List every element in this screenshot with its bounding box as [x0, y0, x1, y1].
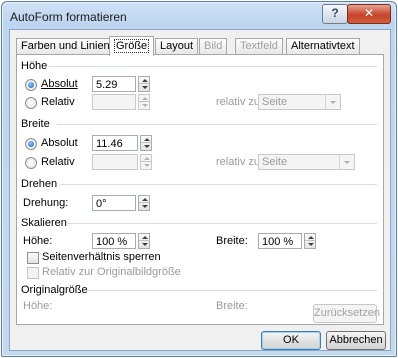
chevron-down-icon — [325, 95, 340, 109]
section-breite: Breite — [21, 118, 50, 130]
help-icon: ? — [331, 6, 339, 20]
skalieren-breite-label: Breite: — [216, 235, 248, 247]
hoehe-relativ-label: Relativ — [41, 96, 75, 108]
hoehe-relativ-input[interactable] — [92, 94, 136, 110]
skalieren-hoehe-label: Höhe: — [23, 235, 53, 247]
separator — [67, 223, 377, 224]
skalieren-breite-input[interactable]: 100 % — [258, 233, 302, 249]
relativ-original-label: Relativ zur Originalbildgröße — [42, 266, 181, 278]
close-icon: ✕ — [363, 6, 375, 20]
section-drehen: Drehen — [21, 178, 58, 190]
chevron-down-icon — [339, 155, 354, 169]
section-skalieren: Skalieren — [21, 217, 67, 229]
separator — [60, 184, 377, 185]
close-button[interactable]: ✕ — [347, 4, 391, 24]
drehung-input[interactable]: 0° — [92, 195, 136, 211]
original-breite-label: Breite: — [216, 300, 248, 312]
relativ-original-checkbox[interactable] — [27, 267, 39, 279]
tab-farben-und-linien[interactable]: Farben und Linien — [16, 38, 115, 54]
help-button[interactable]: ? — [322, 4, 348, 24]
skalieren-hoehe-spinner[interactable] — [138, 233, 150, 249]
hoehe-absolut-spinner[interactable] — [138, 76, 150, 92]
original-hoehe-label: Höhe: — [23, 300, 53, 312]
hoehe-absolut-radio[interactable] — [25, 79, 37, 91]
breite-absolut-radio[interactable] — [25, 138, 37, 150]
skalieren-hoehe-input[interactable]: 100 % — [92, 233, 136, 249]
seitenverhaeltnis-checkbox[interactable] — [27, 252, 39, 264]
breite-relativ-spinner[interactable] — [140, 154, 152, 170]
tab-alternativtext[interactable]: Alternativtext — [286, 38, 360, 54]
separator — [85, 290, 377, 291]
tab-groesse[interactable]: Größe — [109, 36, 155, 56]
separator — [57, 124, 377, 125]
groesse-panel: Höhe Absolut 5.29 cm Relativ relativ zu … — [16, 54, 384, 325]
separator — [49, 66, 377, 67]
breite-relativ-label: Relativ — [41, 156, 75, 168]
breite-relativ-radio[interactable] — [25, 157, 37, 169]
tab-bild[interactable]: Bild — [199, 38, 228, 54]
ok-button[interactable]: OK — [261, 331, 321, 350]
tab-layout[interactable]: Layout — [155, 38, 199, 54]
hoehe-absolut-label: Absolut — [41, 78, 78, 90]
breite-relativ-zu-select[interactable]: Seite — [258, 154, 355, 170]
seitenverhaeltnis-label: Seitenverhältnis sperren — [42, 251, 161, 263]
reset-button[interactable]: Zurücksetzen — [313, 304, 380, 323]
dialog-client: Farben und Linien Größe Layout Bild Text… — [9, 29, 391, 351]
skalieren-breite-spinner[interactable] — [304, 233, 316, 249]
breite-absolut-label: Absolut — [41, 137, 78, 149]
dialog-title: AutoForm formatieren — [10, 10, 127, 24]
hoehe-relativ-zu-label: relativ zu — [216, 96, 261, 108]
breite-relativ-input[interactable] — [92, 154, 138, 170]
hoehe-relativ-radio[interactable] — [25, 97, 37, 109]
tab-textfeld[interactable]: Textfeld — [235, 38, 283, 54]
section-hoehe: Höhe — [21, 60, 48, 72]
hoehe-relativ-spinner[interactable] — [138, 94, 150, 110]
breite-relativ-zu-label: relativ zu — [216, 156, 261, 168]
dialog-window: AutoForm formatieren ? ✕ Farben und Lini… — [1, 1, 397, 357]
breite-absolut-input[interactable]: 11.46 cm — [92, 135, 138, 166]
hoehe-absolut-input[interactable]: 5.29 cm — [92, 76, 136, 107]
cancel-button[interactable]: Abbrechen — [326, 331, 386, 350]
section-originalgroesse: Originalgröße — [21, 284, 88, 296]
hoehe-relativ-zu-select[interactable]: Seite — [258, 94, 341, 110]
breite-absolut-spinner[interactable] — [140, 135, 152, 151]
drehung-spinner[interactable] — [138, 195, 150, 211]
title-bar[interactable]: AutoForm formatieren ? ✕ — [2, 2, 396, 28]
drehung-label: Drehung: — [23, 197, 69, 209]
